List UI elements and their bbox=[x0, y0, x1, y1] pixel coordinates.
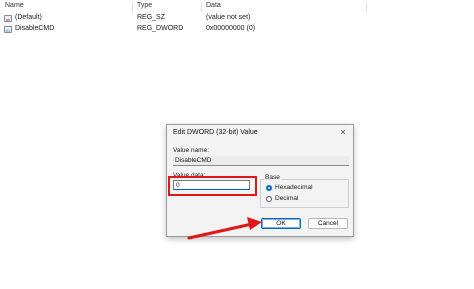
pointer-arrow-icon bbox=[187, 217, 262, 240]
